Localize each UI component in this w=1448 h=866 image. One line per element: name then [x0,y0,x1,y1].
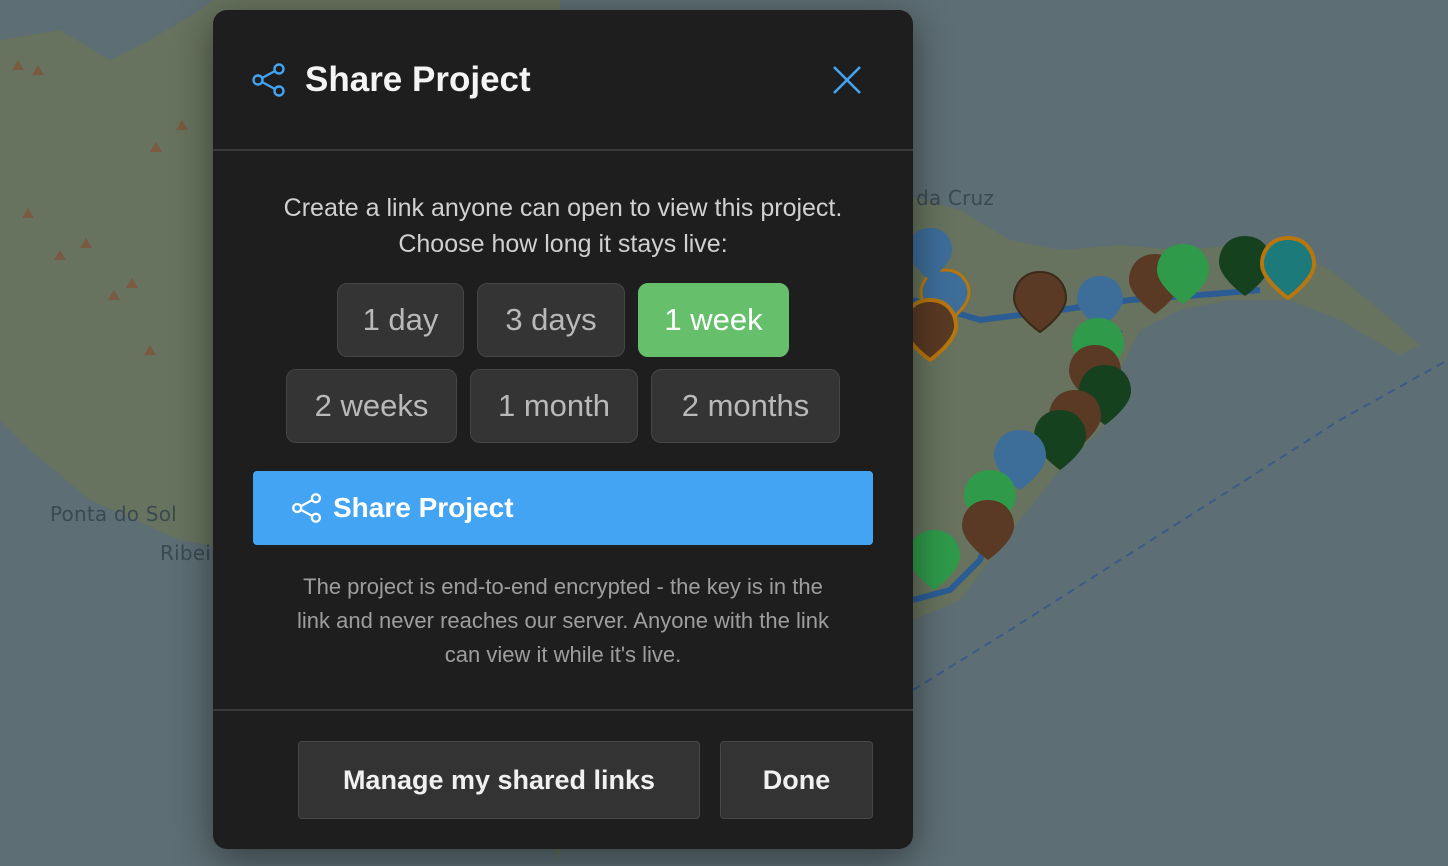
header-divider [213,149,913,151]
map-label-ponta-do-sol: Ponta do Sol [50,502,177,526]
duration-options-row-2: 2 weeks 1 month 2 months [213,369,913,443]
share-icon [292,493,322,523]
share-project-button[interactable]: Share Project [253,471,873,545]
duration-1-month-button[interactable]: 1 month [470,369,638,443]
footer-divider [213,709,913,711]
dialog-title: Share Project [305,60,531,99]
share-icon [252,63,285,97]
duration-1-day-button[interactable]: 1 day [337,283,464,357]
map-label-da-cruz: da Cruz [916,186,995,210]
note-line-3: can view it while it's live. [444,642,682,667]
duration-2-weeks-button[interactable]: 2 weeks [286,369,457,443]
duration-options-row-1: 1 day 3 days 1 week [213,283,913,357]
share-project-button-label: Share Project [333,492,514,523]
dialog-header: Share Project [213,10,913,150]
duration-2-months-button[interactable]: 2 months [651,369,840,443]
share-project-dialog: Share Project Create a link anyone can o… [213,10,913,849]
dialog-description: Create a link anyone can open to view th… [213,190,913,262]
encryption-note: The project is end-to-end encrypted - th… [253,570,873,672]
note-line-1: The project is end-to-end encrypted - th… [303,574,823,599]
manage-shared-links-button[interactable]: Manage my shared links [298,741,700,819]
note-line-2: link and never reaches our server. Anyon… [297,608,829,633]
duration-1-week-button[interactable]: 1 week [638,283,789,357]
map-label-ribei: Ribei [160,541,212,565]
duration-3-days-button[interactable]: 3 days [477,283,625,357]
description-line-2: Choose how long it stays live: [398,230,728,258]
description-line-1: Create a link anyone can open to view th… [283,194,843,222]
done-button[interactable]: Done [720,741,873,819]
close-icon[interactable] [827,60,867,100]
